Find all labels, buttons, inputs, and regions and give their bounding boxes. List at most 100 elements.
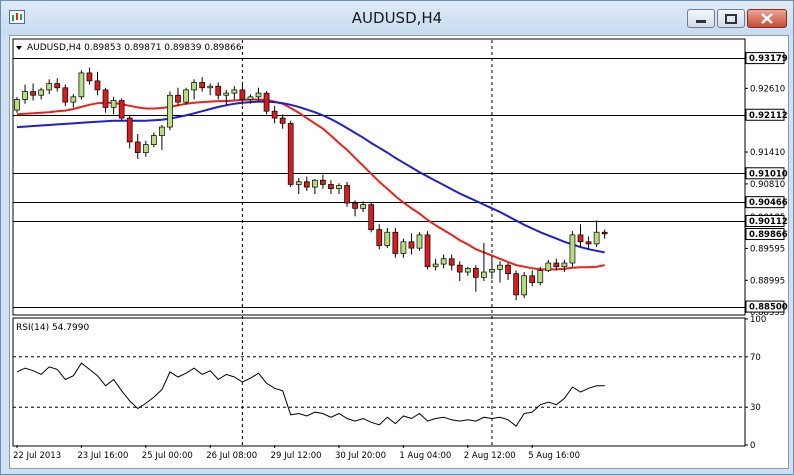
bullish-candle — [247, 96, 254, 100]
bearish-candle — [392, 231, 399, 254]
bullish-candle — [255, 92, 262, 98]
bullish-candle — [432, 263, 439, 268]
bearish-candle — [328, 184, 334, 190]
bearish-candle — [473, 267, 479, 278]
bullish-candle — [231, 89, 238, 94]
price-axis-label: 0.91410 — [750, 148, 785, 158]
title-bar[interactable]: AUDUSD,H4 — [1, 1, 793, 35]
bearish-candle — [424, 234, 431, 268]
close-button[interactable] — [747, 9, 787, 28]
bearish-candle — [215, 85, 222, 96]
chart-area[interactable]: 10070300 0.926100.914100.908100.901850.8… — [9, 35, 789, 469]
bearish-candle — [320, 179, 326, 185]
level-price-label: 0.90466 — [749, 198, 788, 208]
bullish-candle — [191, 82, 197, 91]
bullish-candle — [46, 83, 53, 91]
rsi-axis-label: 0 — [750, 441, 755, 451]
bearish-candle — [448, 258, 455, 266]
bullish-candle — [360, 204, 366, 209]
bearish-candle — [287, 123, 294, 185]
price-header: AUDUSD,H4 0.89853 0.89871 0.89839 0.8986… — [27, 43, 242, 53]
bullish-candle — [569, 234, 576, 264]
bearish-candle — [102, 89, 109, 108]
minimize-button[interactable] — [687, 9, 715, 28]
time-axis-label: 22 Jul 2013 — [13, 451, 61, 461]
bullish-candle — [400, 241, 407, 254]
bullish-candle — [295, 181, 302, 185]
level-price-label: 0.92112 — [749, 111, 788, 121]
rsi-axis-label: 30 — [750, 403, 761, 413]
bullish-candle — [336, 185, 342, 190]
bearish-candle — [126, 117, 133, 143]
bullish-candle — [464, 267, 471, 273]
bullish-candle — [78, 72, 85, 98]
bullish-candle — [142, 144, 149, 153]
bearish-candle — [505, 264, 511, 274]
bearish-candle — [62, 87, 69, 103]
bearish-candle — [577, 234, 584, 243]
chart-canvas[interactable]: 10070300 0.926100.914100.908100.901850.8… — [10, 36, 788, 468]
price-axis-label: 0.92610 — [750, 84, 785, 94]
bullish-candle — [38, 89, 44, 96]
bullish-candle — [223, 92, 230, 96]
time-axis-label: 29 Jul 12:00 — [271, 451, 322, 461]
bullish-candle — [384, 231, 391, 246]
current-price-label: 0.89866 — [749, 230, 788, 240]
level-price-label: 0.93179 — [749, 54, 788, 64]
level-price-label: 0.88500 — [749, 303, 788, 313]
time-axis-label: 30 Jul 20:00 — [335, 451, 386, 461]
restore-icon — [725, 14, 737, 24]
bullish-candle — [593, 231, 600, 245]
bearish-candle — [263, 92, 270, 112]
bearish-candle — [601, 231, 608, 235]
bullish-candle — [521, 275, 527, 296]
bullish-candle — [561, 262, 568, 268]
bearish-candle — [376, 229, 383, 246]
bullish-candle — [440, 258, 447, 265]
window-title: AUDUSD,H4 — [351, 9, 443, 27]
close-icon — [761, 13, 773, 24]
bearish-candle — [86, 72, 93, 82]
bullish-candle — [110, 100, 117, 108]
chart-window: AUDUSD,H4 100 70 30 0 0.92610 0.91410 0.90810… — [0, 0, 794, 475]
bearish-candle — [529, 275, 536, 284]
bearish-candle — [175, 94, 181, 103]
bullish-candle — [545, 262, 552, 271]
bearish-candle — [94, 80, 101, 91]
bearish-candle — [134, 141, 141, 153]
price-axis-label: 0.90810 — [750, 180, 785, 190]
time-axis-label: 26 Jul 08:00 — [206, 451, 257, 461]
bullish-candle — [416, 234, 423, 249]
bullish-candle — [70, 96, 77, 103]
time-axis-label: 23 Jul 16:00 — [77, 451, 128, 461]
rsi-axis-label: 70 — [750, 353, 761, 363]
bearish-candle — [199, 82, 205, 89]
price-axis-label: 0.89595 — [750, 244, 785, 254]
bullish-candle — [497, 264, 503, 270]
price-pane — [12, 38, 746, 316]
bearish-candle — [271, 110, 278, 119]
time-axis-label: 2 Aug 12:00 — [464, 451, 516, 461]
level-price-label: 0.90112 — [749, 217, 788, 227]
time-axis-label: 25 Jul 00:00 — [142, 451, 193, 461]
bearish-candle — [303, 181, 310, 188]
time-axis-label: 1 Aug 04:00 — [399, 451, 451, 461]
bullish-candle — [537, 270, 544, 284]
bearish-candle — [368, 204, 375, 230]
bullish-candle — [151, 135, 157, 145]
bullish-candle — [167, 94, 173, 128]
level-price-label: 0.91010 — [749, 169, 788, 179]
bullish-candle — [14, 99, 20, 111]
rsi-header: RSI(14) 54.7990 — [16, 323, 89, 333]
bearish-candle — [352, 202, 358, 209]
bearish-candle — [279, 117, 286, 124]
time-axis-label: 5 Aug 16:00 — [528, 451, 580, 461]
bearish-candle — [456, 264, 463, 273]
bullish-candle — [481, 271, 487, 278]
bullish-candle — [207, 85, 214, 89]
bearish-candle — [408, 241, 415, 249]
bearish-candle — [585, 241, 592, 245]
bearish-candle — [513, 273, 519, 296]
restore-button[interactable] — [717, 9, 745, 28]
rsi-pane — [12, 317, 746, 447]
